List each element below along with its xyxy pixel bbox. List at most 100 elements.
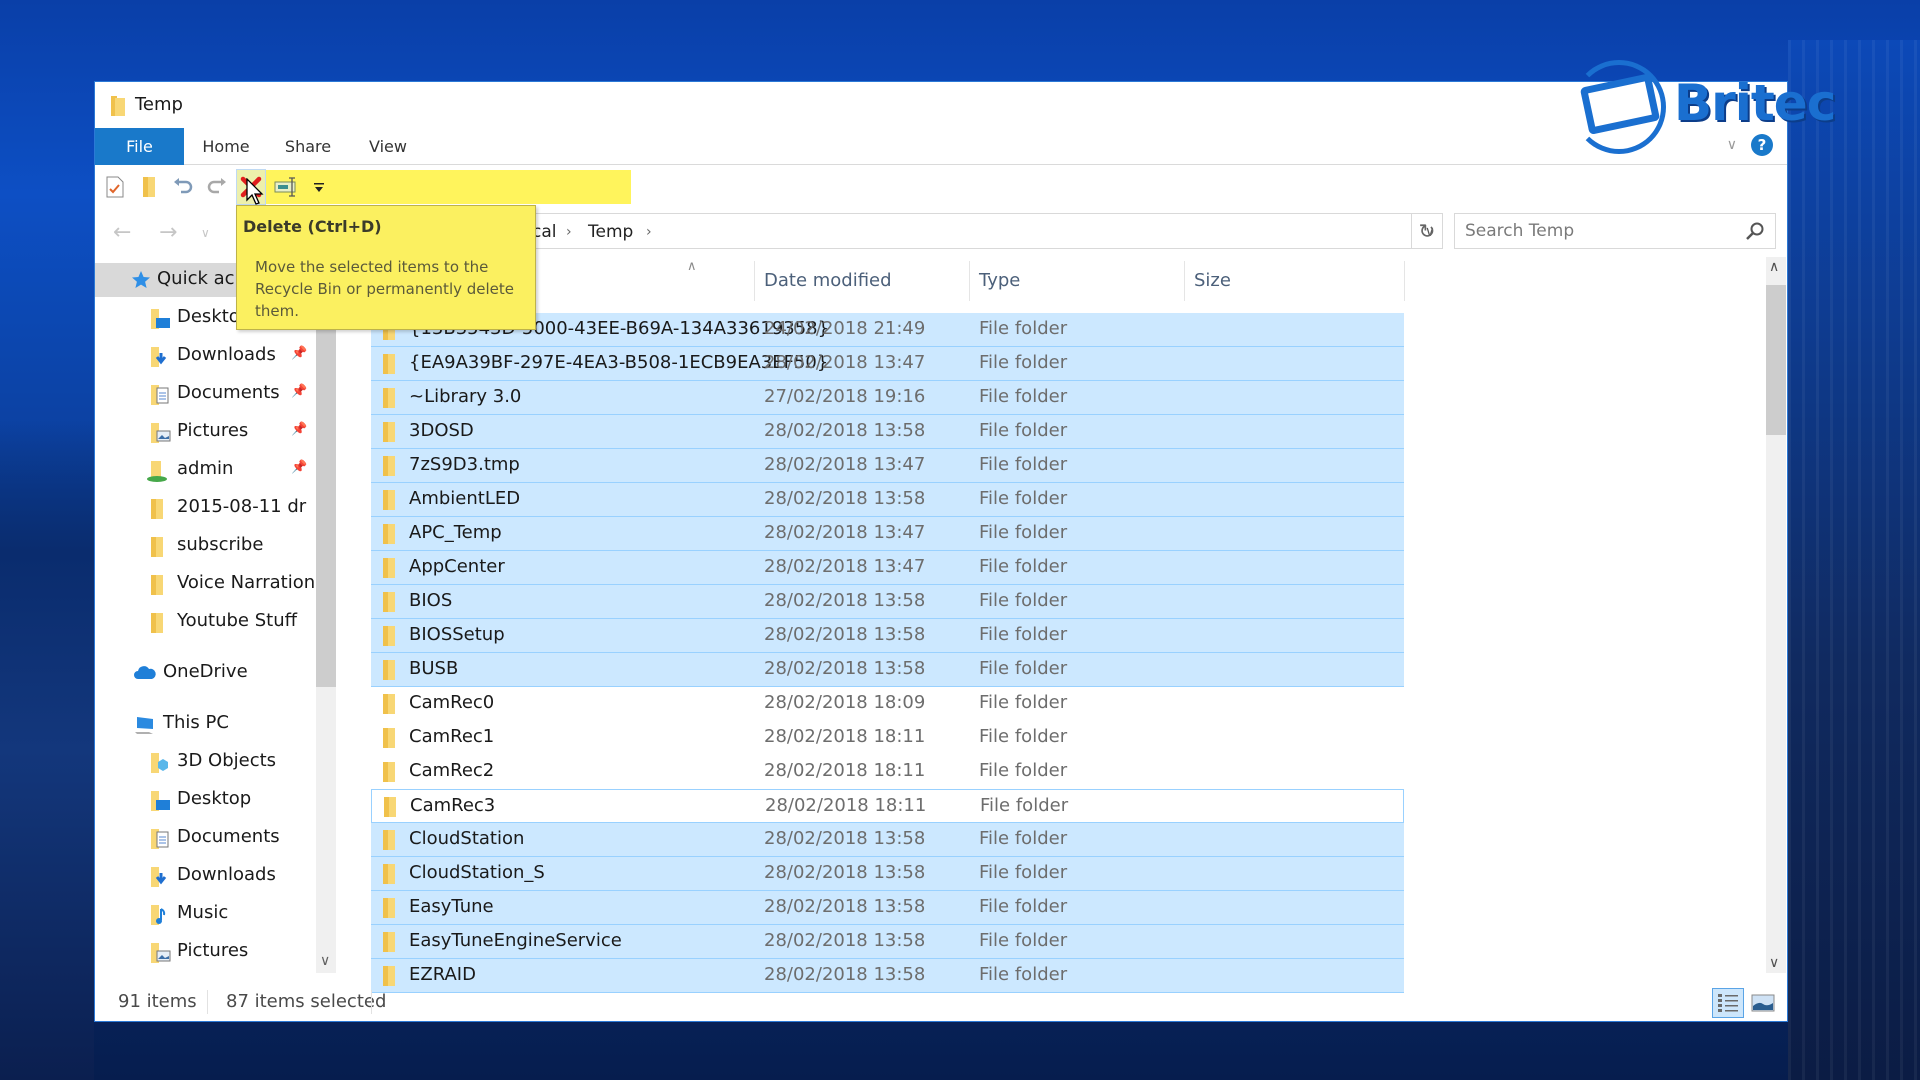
nav-label: Pictures xyxy=(177,940,249,961)
file-name: CamRec2 xyxy=(409,760,495,781)
nav-item-youtube-stuff[interactable]: Youtube Stuff xyxy=(95,605,316,639)
tab-share[interactable]: Share xyxy=(273,128,343,165)
breadcrumb-separator-icon[interactable]: › xyxy=(566,214,572,250)
nav-item-this-pc[interactable]: This PC xyxy=(95,707,316,741)
customize-toolbar-dropdown[interactable] xyxy=(305,170,333,204)
nav-pane-scrollbar[interactable]: ∨ xyxy=(316,263,336,973)
nav-label: Downloads xyxy=(177,344,276,365)
pin-icon[interactable]: 📌 xyxy=(291,384,307,399)
desktop-folder-icon xyxy=(151,791,170,811)
file-row[interactable]: CamRec2 28/02/2018 18:11 File folder xyxy=(371,755,1404,789)
nav-item-voice-narrations[interactable]: Voice Narrations xyxy=(95,567,325,601)
recent-locations-chevron-icon[interactable]: ∨ xyxy=(201,213,210,253)
nav-item-downloads[interactable]: Downloads xyxy=(95,859,316,893)
breadcrumb-separator-icon[interactable]: › xyxy=(646,214,652,250)
file-row[interactable]: 7zS9D3.tmp 28/02/2018 13:47 File folder xyxy=(371,449,1404,483)
nav-label: Documents xyxy=(177,382,280,403)
item-count: 91 items xyxy=(118,991,197,1012)
file-row[interactable]: CamRec3 28/02/2018 18:11 File folder xyxy=(371,789,1404,823)
file-row[interactable]: {EA9A39BF-297E-4EA3-B508-1ECB9EA3EF50} 28… xyxy=(371,347,1404,381)
redo-button[interactable] xyxy=(203,170,231,204)
tab-home[interactable]: Home xyxy=(191,128,261,165)
pin-icon[interactable]: 📌 xyxy=(291,422,307,437)
nav-item-documents[interactable]: Documents 📌 xyxy=(95,377,316,411)
file-list-scrollbar-thumb[interactable] xyxy=(1766,285,1786,435)
scroll-up-chevron-icon[interactable]: ∧ xyxy=(1769,259,1779,275)
file-row[interactable]: CloudStation 28/02/2018 13:58 File folder xyxy=(371,823,1404,857)
file-row[interactable]: EasyTune 28/02/2018 13:58 File folder xyxy=(371,891,1404,925)
breadcrumb-temp[interactable]: Temp xyxy=(588,214,633,250)
tab-file[interactable]: File xyxy=(95,128,184,165)
refresh-button[interactable]: ↻ xyxy=(1411,213,1443,249)
search-input[interactable] xyxy=(1455,214,1735,248)
desktop-background-left xyxy=(0,420,94,1080)
rename-button[interactable] xyxy=(273,170,301,204)
column-header-date-modified[interactable]: Date modified xyxy=(754,257,969,303)
folder-icon xyxy=(383,864,395,884)
properties-button[interactable] xyxy=(101,170,129,204)
pictures-folder-icon xyxy=(151,943,171,963)
address-bar[interactable]: cal › Temp › ∨ xyxy=(531,213,1443,249)
file-row[interactable]: BIOSSetup 28/02/2018 13:58 File folder xyxy=(371,619,1404,653)
nav-item-pictures[interactable]: Pictures xyxy=(95,935,316,969)
forward-arrow-icon[interactable]: → xyxy=(159,213,177,253)
tab-view[interactable]: View xyxy=(357,128,419,165)
file-row[interactable]: APC_Temp 28/02/2018 13:47 File folder xyxy=(371,517,1404,551)
file-row[interactable]: EasyTuneEngineService 28/02/2018 13:58 Fil… xyxy=(371,925,1404,959)
file-row[interactable]: BIOS 28/02/2018 13:58 File folder xyxy=(371,585,1404,619)
folder-icon xyxy=(383,422,395,442)
file-name: CloudStation xyxy=(409,828,525,849)
nav-item-desktop[interactable]: Desktop xyxy=(95,783,316,817)
folder-icon xyxy=(383,660,395,680)
file-date-modified: 28/02/2018 13:58 xyxy=(764,862,926,883)
file-date-modified: 28/02/2018 13:58 xyxy=(764,658,926,679)
file-row[interactable]: AppCenter 28/02/2018 13:47 File folder xyxy=(371,551,1404,585)
file-row[interactable]: AmbientLED 28/02/2018 13:58 File folder xyxy=(371,483,1404,517)
britec-watermark-logo: Britec xyxy=(1572,52,1842,154)
scroll-down-chevron-icon[interactable]: ∨ xyxy=(1769,955,1779,971)
scroll-down-chevron-icon[interactable]: ∨ xyxy=(320,953,330,969)
file-name: EasyTune xyxy=(409,896,494,917)
file-type: File folder xyxy=(979,352,1068,373)
downloads-folder-icon xyxy=(151,867,167,887)
title-bar: Temp xyxy=(95,82,1787,128)
column-header-type[interactable]: Type xyxy=(969,257,1184,303)
nav-item-onedrive[interactable]: OneDrive xyxy=(95,656,316,690)
status-divider xyxy=(207,990,208,1014)
column-header-size[interactable]: Size xyxy=(1184,257,1404,303)
file-name: ~Library 3.0 xyxy=(409,386,522,407)
nav-item-downloads[interactable]: Downloads 📌 xyxy=(95,339,316,373)
column-divider[interactable] xyxy=(1404,261,1405,301)
details-view-button[interactable] xyxy=(1712,988,1744,1018)
nav-item-music[interactable]: Music xyxy=(95,897,316,931)
nav-label: Music xyxy=(177,902,229,923)
file-row[interactable]: CloudStation_S 28/02/2018 13:58 File folde… xyxy=(371,857,1404,891)
large-icons-view-button[interactable] xyxy=(1747,988,1779,1018)
watermark-text: Britec xyxy=(1674,74,1836,132)
new-folder-button[interactable] xyxy=(135,170,163,204)
nav-label: Youtube Stuff xyxy=(177,610,298,631)
search-icon[interactable] xyxy=(1745,221,1765,241)
file-row[interactable]: ~Library 3.0 27/02/2018 19:16 File folder xyxy=(371,381,1404,415)
file-type: File folder xyxy=(979,862,1068,883)
file-row[interactable]: 3DOSD 28/02/2018 13:58 File folder xyxy=(371,415,1404,449)
nav-item-pictures[interactable]: Pictures 📌 xyxy=(95,415,316,449)
pin-icon[interactable]: 📌 xyxy=(291,460,307,475)
file-row[interactable]: BUSB 28/02/2018 13:58 File folder xyxy=(371,653,1404,687)
nav-item-documents[interactable]: Documents xyxy=(95,821,316,855)
search-box[interactable] xyxy=(1454,213,1776,249)
column-header-label: Size xyxy=(1194,270,1231,291)
folder-icon xyxy=(383,388,395,408)
nav-item-subscribe[interactable]: subscribe xyxy=(95,529,316,563)
nav-item-admin[interactable]: admin 📌 xyxy=(95,453,316,487)
nav-item-3d-objects[interactable]: 3D Objects xyxy=(95,745,316,779)
tooltip-body: Move the selected items to the Recycle B… xyxy=(255,258,515,320)
file-name: CamRec3 xyxy=(410,795,496,816)
file-row[interactable]: CamRec1 28/02/2018 18:11 File folder xyxy=(371,721,1404,755)
nav-item-2015-08-11-dr[interactable]: 2015-08-11 dr xyxy=(95,491,316,525)
back-arrow-icon[interactable]: ← xyxy=(113,213,131,253)
undo-button[interactable] xyxy=(169,170,197,204)
pin-icon[interactable]: 📌 xyxy=(291,346,307,361)
file-row[interactable]: CamRec0 28/02/2018 18:09 File folder xyxy=(371,687,1404,721)
file-list-scrollbar[interactable]: ∧ ∨ xyxy=(1766,257,1786,973)
